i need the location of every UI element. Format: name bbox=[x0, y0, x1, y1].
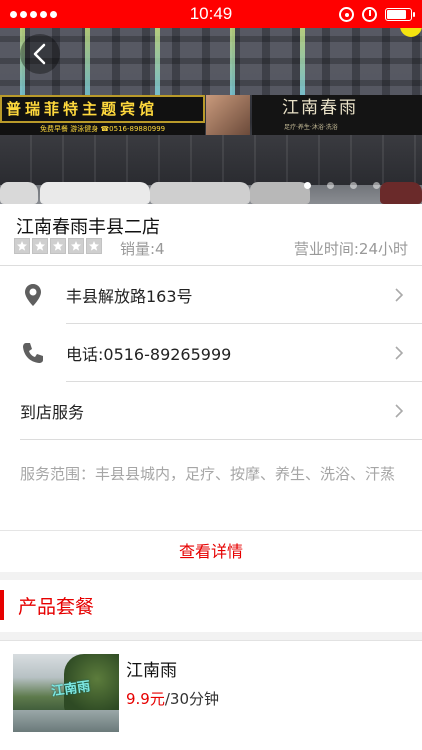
package-name[interactable]: 江南雨 bbox=[126, 656, 177, 681]
light-beam bbox=[230, 20, 235, 100]
hotel-sign: 普瑞菲特主题宾馆 bbox=[0, 95, 205, 123]
star-icon bbox=[32, 238, 48, 254]
car bbox=[40, 182, 150, 204]
section-accent-bar bbox=[0, 590, 4, 620]
carousel-dot[interactable] bbox=[350, 182, 357, 189]
car bbox=[150, 182, 250, 204]
sign-photo bbox=[206, 95, 250, 135]
car bbox=[250, 182, 310, 204]
light-beam bbox=[155, 20, 160, 100]
phone-row[interactable]: 电话:0516-89265999 bbox=[0, 324, 422, 382]
building-facade-lower bbox=[0, 135, 422, 185]
chevron-right-icon bbox=[395, 346, 404, 360]
in-store-service-row[interactable]: 到店服务 bbox=[0, 382, 422, 440]
business-hours: 营业时间:24小时 bbox=[293, 240, 408, 258]
carousel-dot[interactable] bbox=[373, 182, 380, 189]
alarm-icon bbox=[362, 6, 377, 22]
carousel-dot[interactable] bbox=[304, 182, 311, 189]
status-bar: 10:49 bbox=[0, 0, 422, 28]
sales-count: 销量:4 bbox=[120, 240, 165, 258]
address-text: 丰县解放路163号 bbox=[66, 287, 193, 306]
carousel-dot[interactable] bbox=[327, 182, 334, 189]
battery-icon bbox=[385, 7, 415, 21]
light-beam bbox=[300, 20, 305, 100]
address-row[interactable]: 丰县解放路163号 bbox=[0, 266, 422, 324]
divider bbox=[20, 439, 422, 440]
back-button[interactable] bbox=[20, 34, 60, 74]
location-pin-icon bbox=[25, 284, 41, 306]
package-duration: /30分钟 bbox=[164, 690, 220, 708]
package-price-amount: 9.9元 bbox=[126, 690, 165, 708]
star-icon bbox=[14, 238, 30, 254]
star-icon bbox=[86, 238, 102, 254]
packages-section-title: 产品套餐 bbox=[18, 596, 95, 618]
hotel-sign-subtitle: 免费早餐 游泳健身 ☎0516-89880999 bbox=[0, 123, 205, 135]
shop-name: 江南春雨丰县二店 bbox=[16, 217, 160, 238]
phone-text: 电话:0516-89265999 bbox=[66, 345, 232, 364]
in-store-service-label: 到店服务 bbox=[20, 403, 85, 422]
carousel-indicator[interactable] bbox=[304, 182, 380, 189]
building-facade-upper bbox=[0, 20, 422, 95]
chevron-right-icon bbox=[395, 404, 404, 418]
star-icon bbox=[68, 238, 84, 254]
package-price: 9.9元/30分钟 bbox=[126, 688, 219, 709]
car bbox=[380, 182, 422, 204]
spa-sign-subtitle: 足疗·养生·沐浴·洗浴 bbox=[284, 124, 338, 131]
phone-handset-icon bbox=[23, 343, 43, 363]
rotation-lock-icon bbox=[339, 6, 354, 22]
star-icon bbox=[50, 238, 66, 254]
view-details-link[interactable]: 查看详情 bbox=[0, 530, 422, 572]
chevron-right-icon bbox=[395, 288, 404, 302]
thumbnail-water bbox=[13, 710, 119, 732]
package-thumbnail[interactable]: 江南雨 bbox=[13, 654, 119, 732]
light-beam bbox=[85, 20, 90, 100]
back-chevron-icon bbox=[33, 43, 46, 65]
hero-image: 普瑞菲特主题宾馆 免费早餐 游泳健身 ☎0516-89880999 江南春雨 足… bbox=[0, 0, 422, 204]
service-scope-text: 服务范围：丰县县城内，足疗、按摩、养生、洗浴、汗蒸 bbox=[20, 465, 396, 483]
car bbox=[0, 182, 38, 204]
signal-strength-icon bbox=[10, 10, 57, 18]
star-rating bbox=[14, 238, 102, 254]
